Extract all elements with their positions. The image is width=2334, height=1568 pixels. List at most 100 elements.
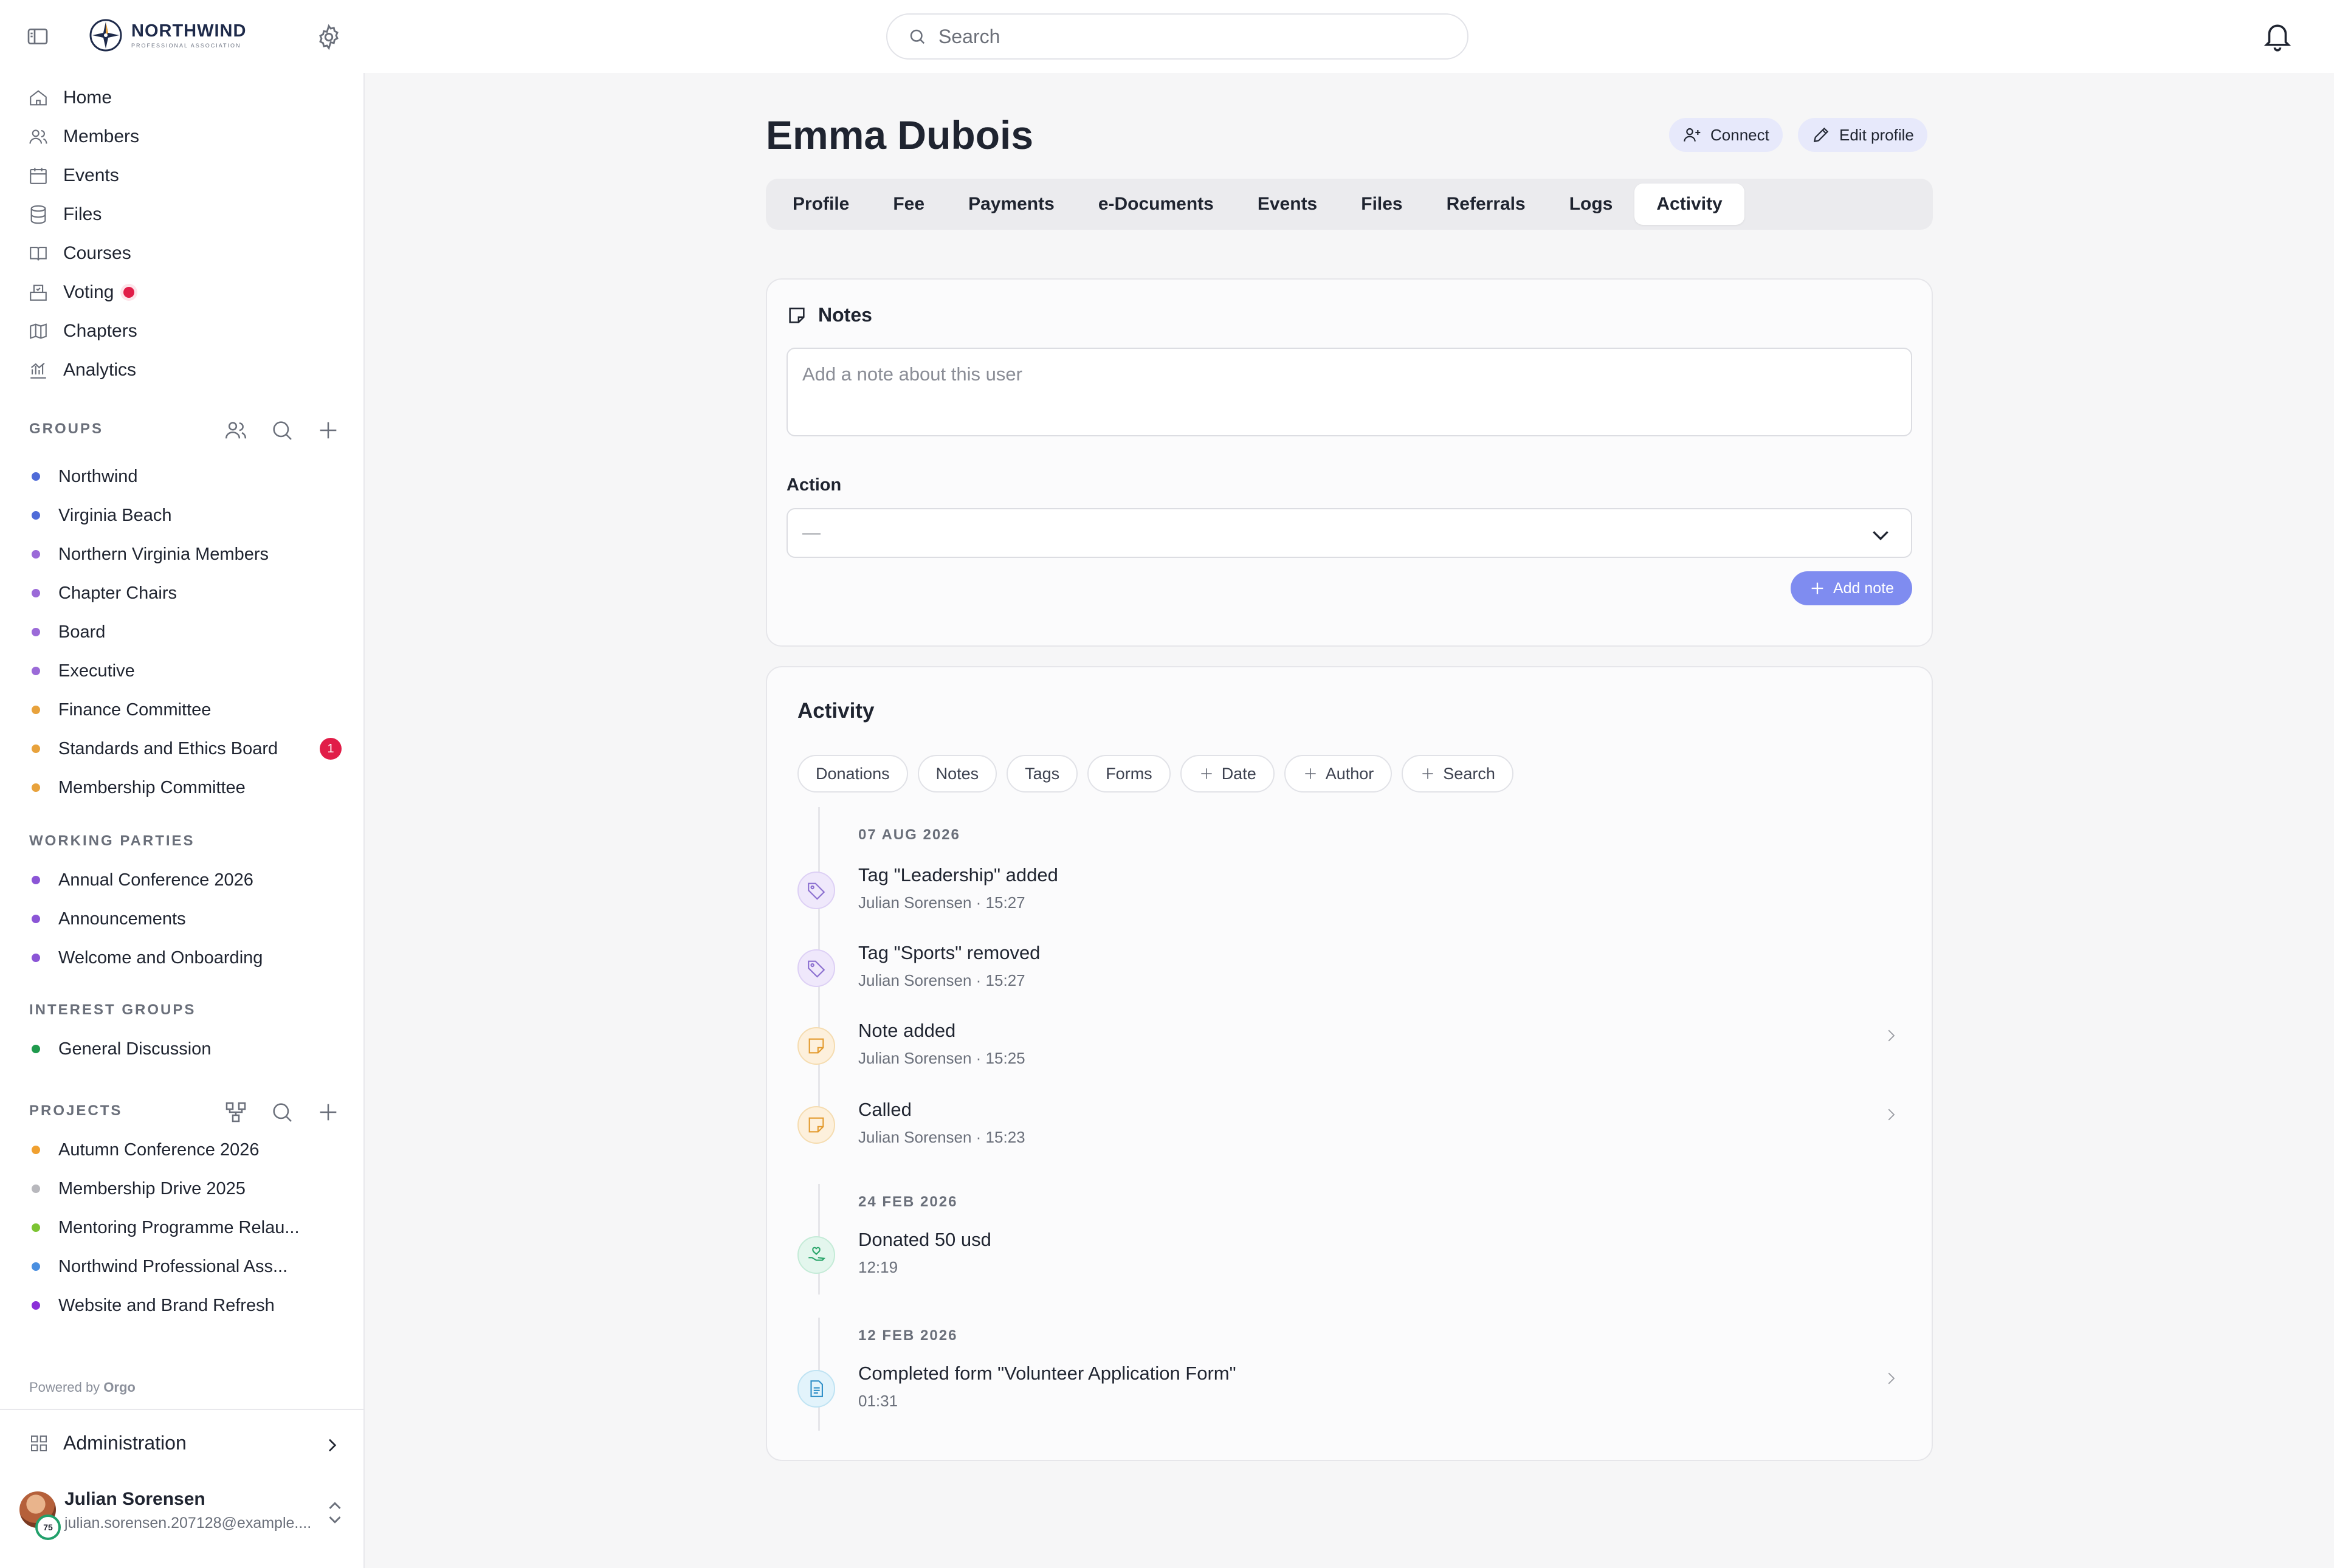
activity-title: Tag "Leadership" added	[858, 864, 1058, 885]
tab-payments[interactable]: Payments	[946, 184, 1076, 225]
working-parties-item[interactable]: Announcements	[32, 906, 186, 932]
tab-logs[interactable]: Logs	[1547, 184, 1635, 225]
projects-item[interactable]: Website and Brand Refresh	[32, 1292, 275, 1319]
chevron-right-icon[interactable]	[1882, 1023, 1900, 1048]
add-filter-search[interactable]: Search	[1402, 755, 1513, 793]
working-parties-item[interactable]: Annual Conference 2026	[32, 867, 253, 893]
tab-fee[interactable]: Fee	[871, 184, 946, 225]
nav-item-chapters[interactable]: Chapters	[28, 316, 137, 346]
compass-logo-icon	[89, 19, 122, 52]
projects-item[interactable]: Northwind Professional Ass...	[32, 1253, 287, 1280]
add-filter-date[interactable]: Date	[1180, 755, 1275, 793]
logo[interactable]: NORTHWIND PROFESSIONAL ASSOCIATION	[89, 18, 246, 52]
nav-item-events[interactable]: Events	[28, 160, 119, 191]
working-parties-item[interactable]: Welcome and Onboarding	[32, 944, 263, 971]
action-select-value: —	[802, 523, 821, 543]
search-icon[interactable]	[270, 418, 294, 442]
administration-label: Administration	[63, 1432, 187, 1454]
date-heading: 12 FEB 2026	[858, 1327, 958, 1344]
color-dot	[32, 589, 40, 597]
hierarchy-icon[interactable]	[224, 1100, 248, 1124]
chevron-right-icon[interactable]	[322, 1436, 342, 1455]
global-search[interactable]	[886, 13, 1468, 60]
administration-link[interactable]: Administration	[29, 1432, 187, 1454]
groups-item[interactable]: Northern Virginia Members	[32, 541, 269, 568]
score-badge: 75	[35, 1515, 61, 1540]
groups-item[interactable]: Board	[32, 619, 105, 645]
plus-icon[interactable]	[316, 1100, 340, 1124]
activity-item[interactable]: Completed form "Volunteer Application Fo…	[797, 1360, 1904, 1421]
home-icon	[30, 90, 47, 106]
form-event-badge	[797, 1370, 835, 1408]
activity-title: Tag "Sports" removed	[858, 942, 1041, 963]
groups-item[interactable]: Northwind	[32, 463, 138, 490]
action-select[interactable]: —	[787, 508, 1912, 558]
nav-item-label: Members	[63, 126, 140, 146]
plus-icon	[1422, 768, 1433, 779]
gear-icon[interactable]	[315, 23, 343, 51]
filter-donations[interactable]: Donations	[797, 755, 908, 793]
activity-title: Called	[858, 1099, 912, 1120]
users-icon[interactable]	[224, 418, 248, 442]
item-label: General Discussion	[58, 1039, 212, 1059]
add-note-button[interactable]: Add note	[1791, 571, 1912, 605]
bell-icon[interactable]	[2261, 18, 2294, 52]
groups-item[interactable]: Virginia Beach	[32, 502, 171, 529]
groups-item[interactable]: Finance Committee	[32, 696, 211, 723]
groups-item[interactable]: Chapter Chairs	[32, 580, 177, 607]
chevron-up-down-icon[interactable]	[325, 1498, 345, 1528]
groups-item[interactable]: Membership Committee	[32, 774, 246, 801]
notes-header: Notes	[787, 304, 872, 326]
tab-files[interactable]: Files	[1339, 184, 1424, 225]
users-icon	[29, 129, 47, 144]
tag-event-badge	[797, 872, 835, 909]
edit-profile-label: Edit profile	[1839, 125, 1914, 144]
tab-events[interactable]: Events	[1236, 184, 1339, 225]
tab-e-documents[interactable]: e-Documents	[1076, 184, 1236, 225]
chevron-right-icon[interactable]	[1882, 1102, 1900, 1127]
plus-icon[interactable]	[316, 418, 340, 442]
chevron-down-icon	[1873, 531, 1888, 541]
filter-tags[interactable]: Tags	[1007, 755, 1078, 793]
filter-forms[interactable]: Forms	[1087, 755, 1171, 793]
connect-button[interactable]: Connect	[1669, 118, 1783, 152]
color-dot	[32, 1045, 40, 1053]
activity-item[interactable]: Note added Julian Sorensen · 15:25	[797, 1017, 1904, 1078]
top-bar: NORTHWIND PROFESSIONAL ASSOCIATION	[0, 0, 2334, 73]
nav-item-label: Events	[63, 165, 119, 185]
color-dot	[32, 1262, 40, 1271]
tag-icon	[808, 882, 825, 900]
tab-referrals[interactable]: Referrals	[1425, 184, 1547, 225]
tab-activity[interactable]: Activity	[1634, 184, 1744, 225]
filter-notes[interactable]: Notes	[917, 755, 997, 793]
search-icon[interactable]	[270, 1100, 294, 1124]
search-input[interactable]	[938, 25, 1413, 48]
sidebar-toggle-icon[interactable]	[24, 24, 51, 49]
nav-item-analytics[interactable]: Analytics	[28, 355, 136, 385]
item-label: Board	[58, 622, 106, 642]
nav-item-label: Chapters	[63, 321, 137, 341]
user-menu[interactable]: 75 Julian Sorensen julian.sorensen.20712…	[17, 1489, 357, 1544]
color-dot	[32, 511, 40, 520]
edit-profile-button[interactable]: Edit profile	[1798, 118, 1927, 152]
activity-item[interactable]: Called Julian Sorensen · 15:23	[797, 1096, 1904, 1157]
groups-item[interactable]: Standards and Ethics Board	[32, 735, 278, 762]
nav-item-members[interactable]: Members	[28, 122, 139, 152]
tab-profile[interactable]: Profile	[771, 184, 871, 225]
database-icon	[30, 205, 46, 224]
nav-item-courses[interactable]: Courses	[28, 238, 131, 269]
note-input[interactable]	[787, 348, 1912, 436]
document-icon	[810, 1380, 823, 1397]
activity-item: Tag "Sports" removed Julian Sorensen · 15…	[797, 940, 1904, 1000]
nav-item-voting[interactable]: Voting	[28, 277, 135, 308]
projects-item[interactable]: Autumn Conference 2026	[32, 1136, 260, 1163]
projects-item[interactable]: Membership Drive 2025	[32, 1175, 246, 1202]
nav-item-files[interactable]: Files	[28, 199, 102, 230]
groups-item[interactable]: Executive	[32, 658, 135, 684]
projects-item[interactable]: Mentoring Programme Relau...	[32, 1214, 300, 1241]
add-filter-author[interactable]: Author	[1284, 755, 1392, 793]
nav-item-home[interactable]: Home	[28, 83, 112, 113]
interest-groups-item[interactable]: General Discussion	[32, 1036, 211, 1062]
chevron-right-icon[interactable]	[1882, 1366, 1900, 1391]
powered-by-brand[interactable]: Orgo	[103, 1380, 136, 1395]
